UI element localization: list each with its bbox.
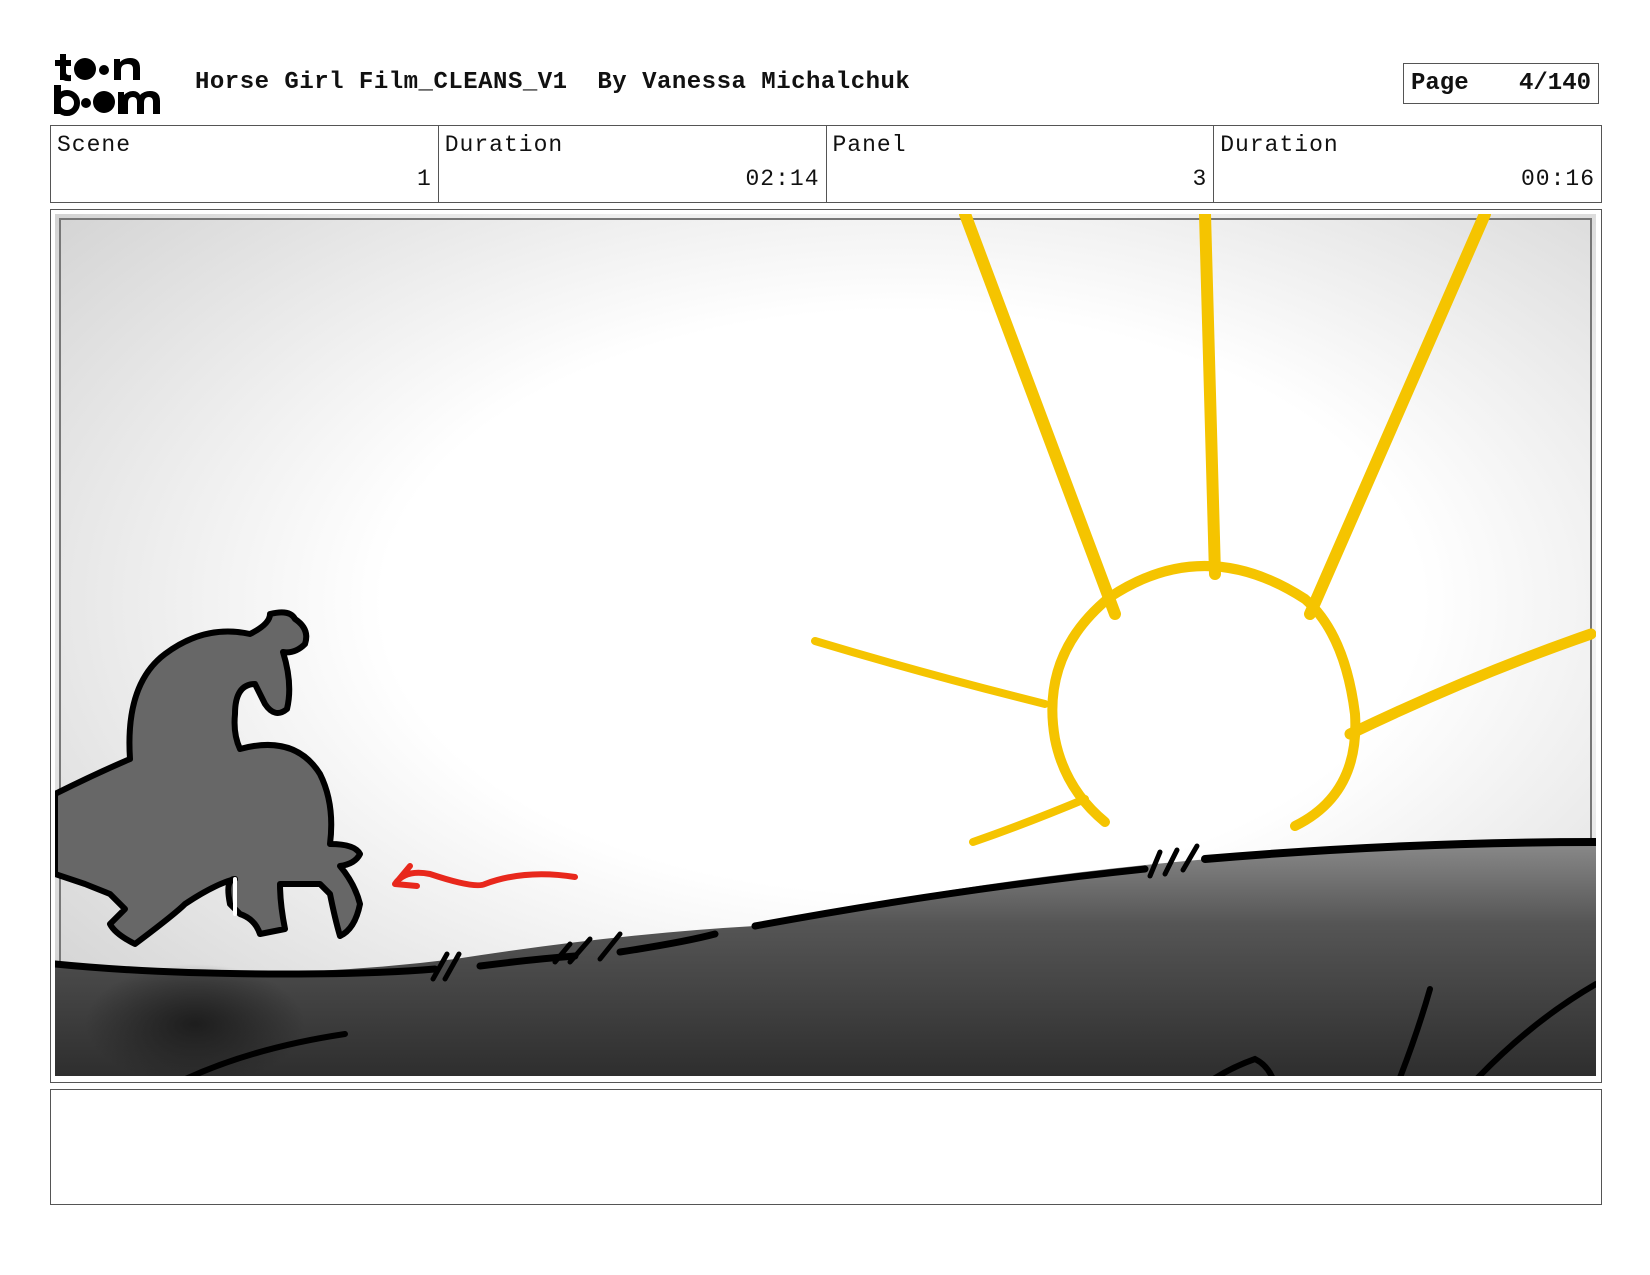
panel-drawing [55, 214, 1596, 1076]
page-indicator: Page 4/140 [1403, 63, 1599, 104]
scene-label: Scene [57, 132, 132, 158]
scene-value: 1 [416, 166, 432, 192]
storyboard-title: Horse Girl Film_CLEANS_V1 By Vanessa Mic… [195, 69, 911, 96]
panel-cell: Panel 3 [827, 126, 1215, 202]
page-value: 4/140 [1518, 70, 1591, 97]
page-label: Page [1411, 70, 1469, 97]
panel-label: Panel [832, 132, 907, 158]
scene-duration-value: 02:14 [745, 166, 820, 192]
panel-value: 3 [1192, 166, 1208, 192]
panel-notes-area [50, 1089, 1602, 1205]
panel-duration-cell: Duration 00:16 [1214, 126, 1601, 202]
scene-cell: Scene 1 [51, 126, 439, 202]
panel-duration-value: 00:16 [1520, 166, 1595, 192]
scene-duration-cell: Duration 02:14 [439, 126, 827, 202]
toonboom-logo [54, 54, 160, 116]
scene-duration-label: Duration [444, 132, 564, 158]
storyboard-panel [50, 209, 1602, 1083]
panel-duration-label: Duration [1220, 132, 1339, 158]
scene-info-row: Scene 1 Duration 02:14 Panel 3 Duration … [50, 125, 1602, 203]
